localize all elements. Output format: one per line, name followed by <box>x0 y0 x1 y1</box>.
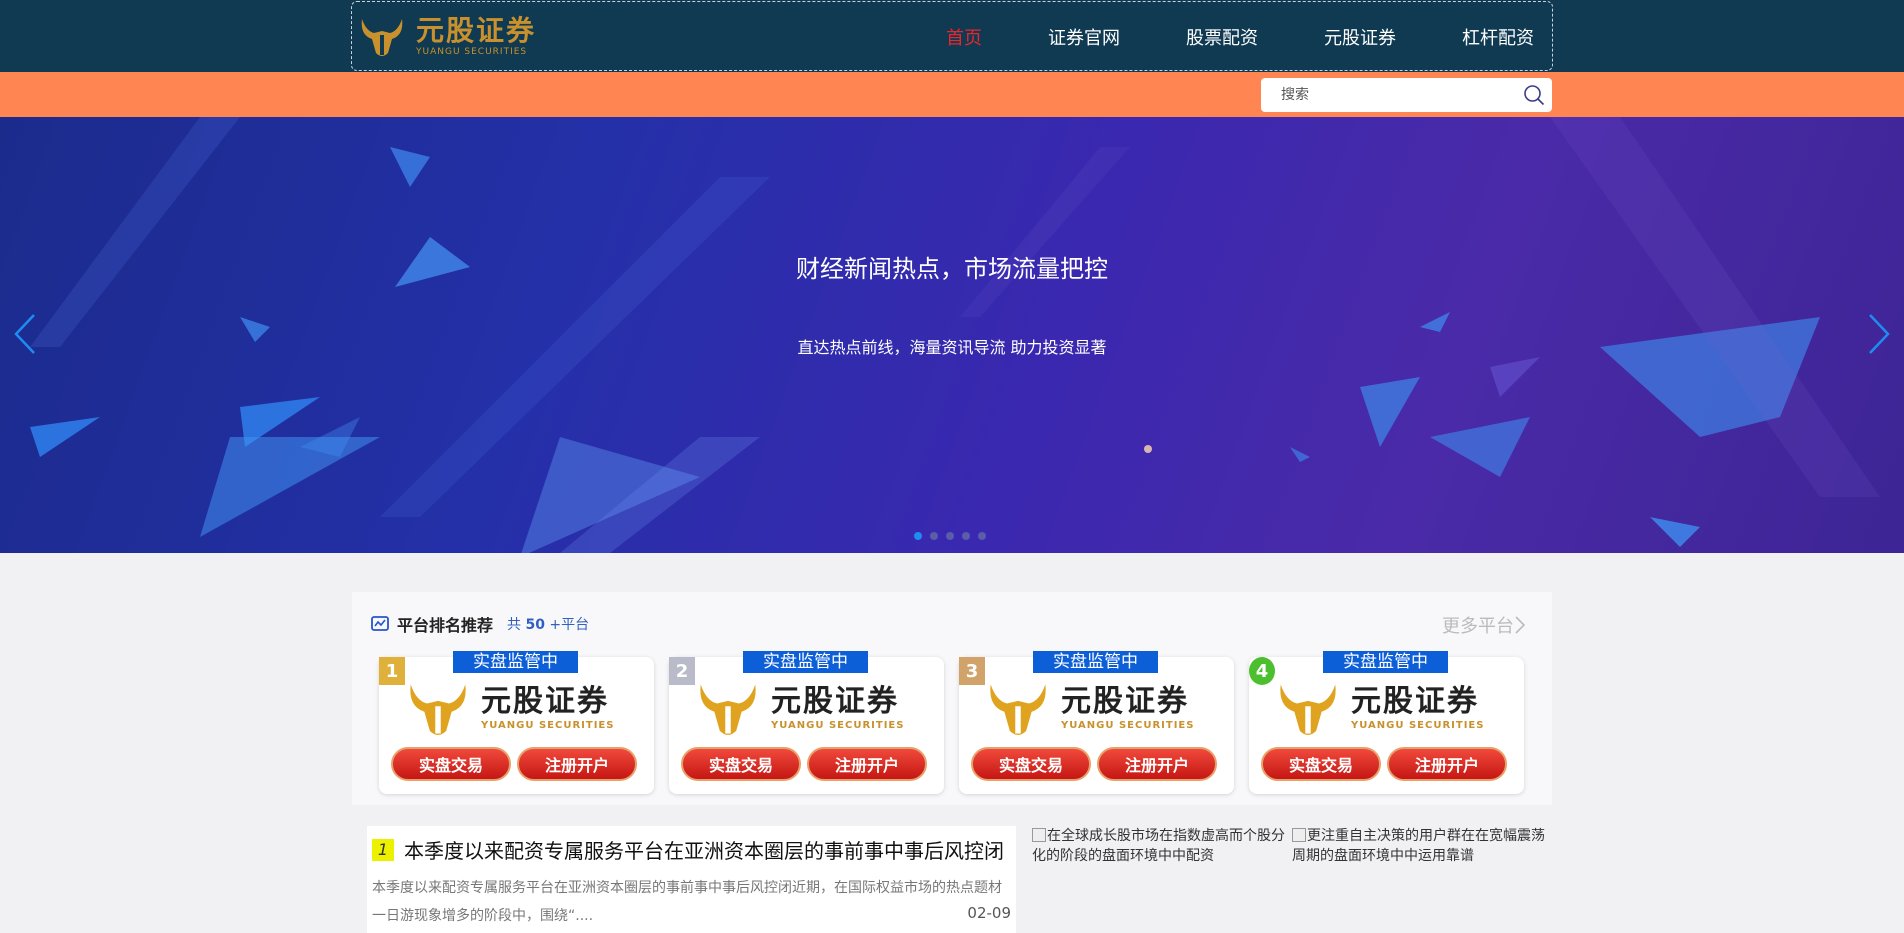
header-container: 元股证券 YUANGU SECURITIES 首页 证券官网 股票配资 元股证券… <box>351 1 1553 71</box>
banner-prev-arrow-icon[interactable] <box>10 309 40 359</box>
platform-card-2[interactable]: 2 实盘监管中 元股证券 YUANGU SECURITIES 实盘交易 注册开户 <box>669 651 944 794</box>
hero-banner: 财经新闻热点，市场流量把控 直达热点前线，海量资讯导流 助力投资显著 <box>0 117 1904 553</box>
card-logo: 元股证券 YUANGU SECURITIES <box>1273 679 1484 739</box>
search-box <box>1261 78 1552 112</box>
news-excerpt: 本季度以来配资专属服务平台在亚洲资本圈层的事前事中事后风控闭近期，在国际权益市场… <box>372 880 1002 924</box>
logo-text-cn: 元股证券 <box>416 14 537 47</box>
register-button[interactable]: 注册开户 <box>1097 747 1217 781</box>
chart-trend-icon <box>371 616 389 631</box>
ranking-header: 平台排名推荐 共 50 +平台 <box>371 612 589 636</box>
banner-title: 财经新闻热点，市场流量把控 <box>796 255 1108 283</box>
search-input[interactable] <box>1261 78 1516 112</box>
bull-logo-icon <box>990 684 1046 735</box>
news-title-row: 1 本季度以来配资专属服务平台在亚洲资本圈层的事前事中事后风控闭 <box>372 835 1004 864</box>
real-trade-button[interactable]: 实盘交易 <box>971 747 1091 781</box>
nav-item-home[interactable]: 首页 <box>946 24 982 50</box>
site-header: 元股证券 YUANGU SECURITIES 首页 证券官网 股票配资 元股证券… <box>0 0 1904 72</box>
rank-badge: 4 <box>1249 657 1275 685</box>
card-logo: 元股证券 YUANGU SECURITIES <box>983 679 1194 739</box>
register-button[interactable]: 注册开户 <box>807 747 927 781</box>
nav-item-stock-margin[interactable]: 股票配资 <box>1186 24 1258 50</box>
banner-next-arrow-icon[interactable] <box>1864 309 1894 359</box>
banner-pagination <box>914 532 994 540</box>
banner-dot-5[interactable] <box>978 532 986 540</box>
supervision-tag: 实盘监管中 <box>453 651 578 673</box>
nav-item-official-site[interactable]: 证券官网 <box>1048 24 1120 50</box>
bull-logo-icon <box>410 684 466 735</box>
supervision-tag: 实盘监管中 <box>1033 651 1158 673</box>
real-trade-button[interactable]: 实盘交易 <box>681 747 801 781</box>
banner-subtitle: 直达热点前线，海量资讯导流 助力投资显著 <box>797 338 1107 357</box>
banner-dot-2[interactable] <box>930 532 938 540</box>
news-title[interactable]: 本季度以来配资专属服务平台在亚洲资本圈层的事前事中事后风控闭 <box>404 835 1004 864</box>
bull-logo-icon <box>1280 684 1336 735</box>
register-button[interactable]: 注册开户 <box>517 747 637 781</box>
broken-image-icon <box>1032 828 1046 842</box>
search-icon[interactable] <box>1516 78 1552 112</box>
news-rank-number: 1 <box>372 838 394 861</box>
bull-logo-icon <box>700 684 756 735</box>
nav-item-leverage[interactable]: 杠杆配资 <box>1462 24 1534 50</box>
nav-item-yuangu[interactable]: 元股证券 <box>1324 24 1396 50</box>
rank-badge: 3 <box>959 657 985 685</box>
card-logo: 元股证券 YUANGU SECURITIES <box>693 679 904 739</box>
supervision-tag: 实盘监管中 <box>1323 651 1448 673</box>
rank-badge: 1 <box>379 657 405 685</box>
side-news-link-2[interactable]: 更注重自主决策的用户群在在宽幅震荡周期的盘面环境中中运用靠谱 <box>1292 826 1546 866</box>
platform-card-4[interactable]: 4 实盘监管中 元股证券 YUANGU SECURITIES 实盘交易 注册开户 <box>1249 651 1524 794</box>
platform-card-1[interactable]: 1 实盘监管中 元股证券 YUANGU SECURITIES 实盘交易 注册开户 <box>379 651 654 794</box>
broken-image-icon <box>1292 828 1306 842</box>
card-logo: 元股证券 YUANGU SECURITIES <box>403 679 614 739</box>
platform-ranking-section: 平台排名推荐 共 50 +平台 更多平台 1 实盘监管中 元股证券 YUANGU … <box>352 592 1552 805</box>
platform-card-list: 1 实盘监管中 元股证券 YUANGU SECURITIES 实盘交易 注册开户 … <box>379 651 1539 794</box>
news-date: 02-09 <box>967 904 1011 922</box>
logo-text-en: YUANGU SECURITIES <box>416 47 528 57</box>
more-platforms-link[interactable]: 更多平台 <box>1442 612 1526 638</box>
real-trade-button[interactable]: 实盘交易 <box>391 747 511 781</box>
site-logo[interactable]: 元股证券 YUANGU SECURITIES <box>358 14 536 60</box>
platform-card-3[interactable]: 3 实盘监管中 元股证券 YUANGU SECURITIES 实盘交易 注册开户 <box>959 651 1234 794</box>
banner-dot-4[interactable] <box>962 532 970 540</box>
banner-dot-3[interactable] <box>946 532 954 540</box>
bull-logo-icon <box>361 19 403 56</box>
side-news-link-1[interactable]: 在全球成长股市场在指数虚高而个股分化的阶段的盘面环境中中配资 <box>1032 826 1286 866</box>
banner-dot-1[interactable] <box>914 532 922 540</box>
register-button[interactable]: 注册开户 <box>1387 747 1507 781</box>
ranking-title: 平台排名推荐 <box>397 616 494 635</box>
ranking-count: 共 50 +平台 <box>507 617 590 633</box>
chevron-right-icon <box>1515 616 1526 634</box>
main-nav: 首页 证券官网 股票配资 元股证券 杠杆配资 <box>880 2 1534 72</box>
real-trade-button[interactable]: 实盘交易 <box>1261 747 1381 781</box>
supervision-tag: 实盘监管中 <box>743 651 868 673</box>
rank-badge: 2 <box>669 657 695 685</box>
search-bar-strip <box>0 72 1904 117</box>
news-item-featured[interactable]: 1 本季度以来配资专属服务平台在亚洲资本圈层的事前事中事后风控闭 本季度以来配资… <box>367 826 1016 933</box>
